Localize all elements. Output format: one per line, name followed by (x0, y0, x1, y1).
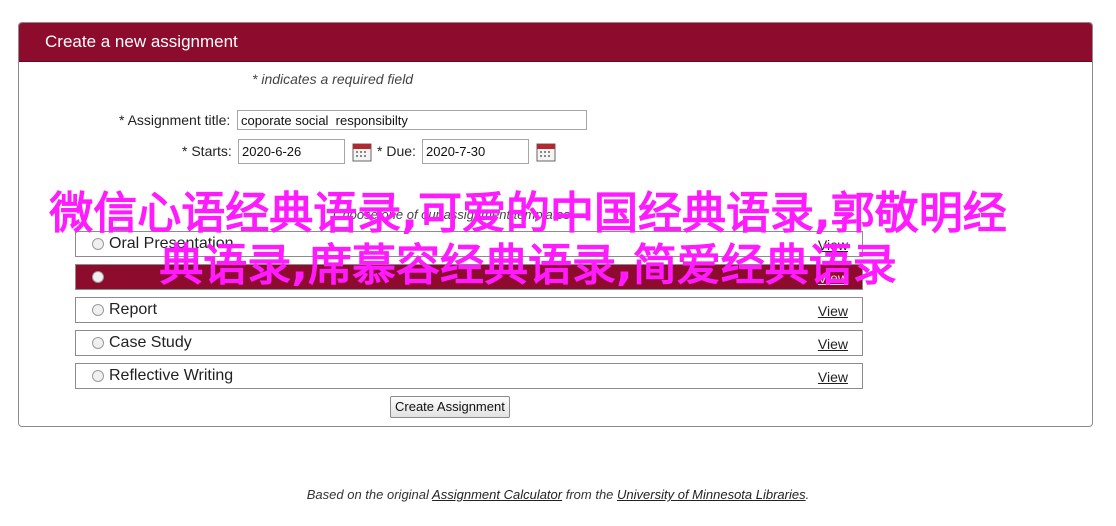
template-name: Case Study (109, 334, 192, 351)
template-name: Report (109, 301, 158, 318)
radio-icon[interactable] (92, 271, 104, 283)
panel-header: Create a new assignment (19, 23, 1092, 62)
starts-date-input[interactable] (238, 139, 345, 164)
due-label: * Due: (377, 143, 416, 159)
template-option-oral-presentation[interactable]: Oral Presentation View (75, 231, 863, 257)
template-name: Oral Presentation (109, 235, 234, 252)
template-name: Reflective Writing (109, 367, 234, 384)
radio-icon[interactable] (92, 337, 104, 349)
assignment-calculator-link[interactable]: Assignment Calculator (432, 487, 562, 502)
radio-icon[interactable] (92, 370, 104, 382)
template-option-selected[interactable]: View (75, 264, 863, 290)
footer-middle: from the (562, 487, 618, 502)
view-link[interactable]: View (818, 303, 848, 319)
view-link[interactable]: View (818, 237, 848, 253)
create-assignment-button[interactable]: Create Assignment (390, 396, 510, 418)
calendar-icon[interactable] (352, 142, 372, 162)
assignment-panel: Create a new assignment * indicates a re… (18, 22, 1093, 427)
required-note-text: * indicates a required field (252, 71, 414, 87)
starts-label: * Starts: (182, 143, 232, 159)
due-date-input[interactable] (422, 139, 529, 164)
title-label: * Assignment title: (119, 112, 231, 128)
calendar-icon[interactable] (536, 142, 556, 162)
footer-suffix: . (805, 487, 810, 502)
template-option-reflective-writing[interactable]: Reflective Writing View (75, 363, 863, 389)
radio-icon[interactable] (92, 304, 104, 316)
assignment-title-input[interactable] (237, 110, 587, 130)
footer: Based on the original Assignment Calcula… (0, 487, 1116, 502)
template-option-case-study[interactable]: Case Study View (75, 330, 863, 356)
radio-icon[interactable] (92, 238, 104, 250)
templates-label: Choose one of our assignment templates (333, 207, 571, 222)
view-link[interactable]: View (818, 336, 848, 352)
template-option-report[interactable]: Report View (75, 297, 863, 323)
footer-prefix: Based on the original (306, 487, 433, 502)
university-link[interactable]: University of Minnesota Libraries (617, 487, 806, 502)
view-link[interactable]: View (818, 369, 848, 385)
view-link[interactable]: View (818, 270, 848, 286)
